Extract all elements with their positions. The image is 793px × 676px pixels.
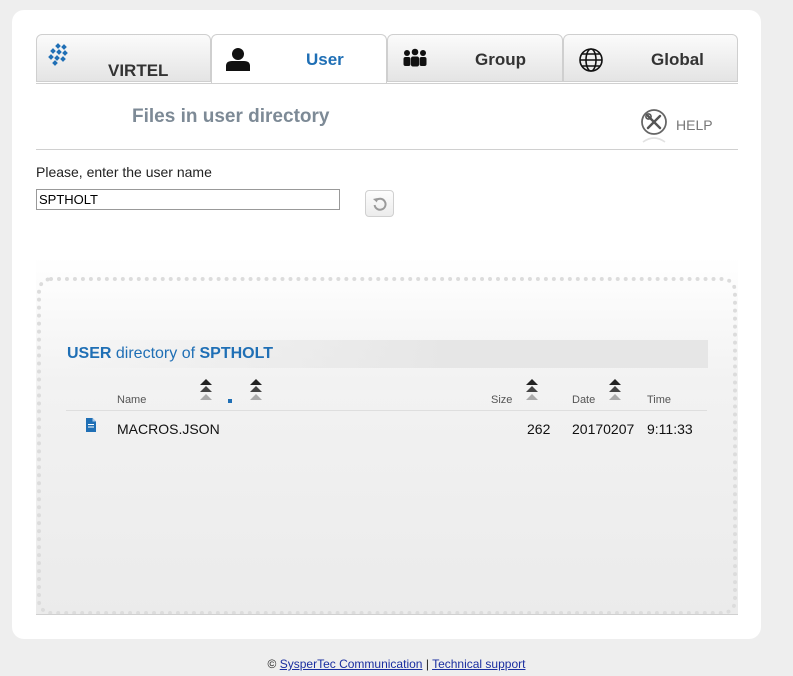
tab-virtel-label: VIRTEL [108, 61, 169, 80]
refresh-icon [372, 196, 388, 217]
sort-name-button[interactable] [199, 378, 213, 404]
column-size: Size [491, 394, 513, 406]
sort-ext-button[interactable] [249, 378, 263, 404]
tools-icon [640, 108, 668, 153]
directory-title-user: SPTHOLT [199, 345, 273, 362]
directory-title-middle: directory of [111, 345, 200, 362]
sort-arrows-icon [200, 379, 212, 400]
username-input[interactable] [36, 189, 340, 210]
group-icon [402, 48, 428, 75]
user-icon [225, 47, 251, 76]
file-name: MACROS.JSON [117, 421, 220, 437]
help-button[interactable]: HELP [640, 108, 730, 148]
table-row[interactable]: MACROS.JSON 262 20170207 9:11:33 [66, 414, 707, 442]
footer-separator: | [425, 657, 429, 671]
bottom-divider [36, 614, 738, 615]
directory-title-prefix: USER [67, 345, 112, 362]
sort-date-button[interactable] [608, 378, 622, 404]
tab-divider [36, 83, 738, 84]
directory-title: USER directory of SPTHOLT [66, 340, 708, 368]
page-title: Files in user directory [132, 106, 330, 127]
username-prompt: Please, enter the user name [36, 164, 212, 180]
tab-group[interactable]: Group [387, 34, 563, 82]
column-name: Name [117, 394, 147, 406]
sort-arrows-icon [250, 379, 262, 400]
file-time: 9:11:33 [647, 421, 693, 437]
company-link[interactable]: SysperTec Communication [280, 657, 423, 671]
header-divider [36, 149, 738, 150]
help-label: HELP [676, 117, 713, 133]
file-size: 262 [527, 421, 551, 437]
virtel-logo-icon [47, 43, 71, 72]
table-header-divider [66, 410, 707, 411]
file-date: 20170207 [572, 421, 635, 437]
sort-arrows-icon [526, 379, 538, 400]
footer: © SysperTec Communication | Technical su… [0, 657, 793, 671]
main-panel: VIRTEL User Group Global Files in user d… [12, 10, 761, 639]
tab-user[interactable]: User [211, 34, 387, 84]
sort-size-button[interactable] [525, 378, 539, 404]
column-date: Date [572, 394, 596, 406]
support-link[interactable]: Technical support [432, 657, 525, 671]
tab-user-label: User [306, 50, 344, 69]
column-time: Time [647, 394, 672, 406]
tab-group-label: Group [475, 50, 526, 69]
tab-global[interactable]: Global [563, 34, 738, 82]
tab-virtel[interactable]: VIRTEL [36, 34, 211, 82]
file-icon [86, 418, 96, 437]
sort-arrows-icon [609, 379, 621, 400]
tab-bar: VIRTEL User Group Global [36, 34, 738, 84]
directory-dotted-frame [37, 277, 737, 615]
refresh-button[interactable] [365, 190, 394, 217]
copyright-symbol: © [267, 657, 277, 671]
tab-global-label: Global [651, 50, 704, 69]
globe-icon [578, 47, 604, 78]
sort-indicator-dot [228, 399, 232, 403]
